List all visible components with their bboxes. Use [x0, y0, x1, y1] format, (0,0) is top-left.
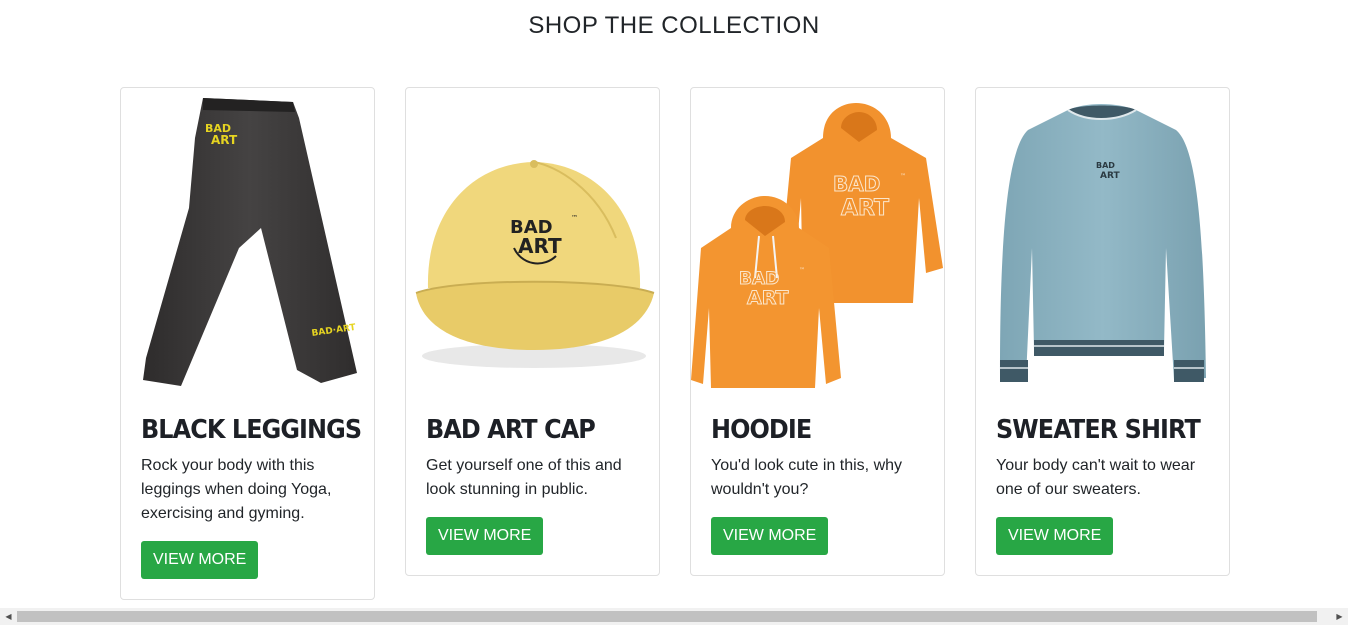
- svg-text:BAD: BAD: [739, 269, 779, 289]
- svg-text:™: ™: [571, 214, 578, 222]
- product-card-sweater: BAD ART SWEATER SHIRT Your body can't wa…: [975, 87, 1230, 576]
- svg-text:ART: ART: [211, 133, 238, 147]
- scrollbar-thumb[interactable]: [17, 611, 1317, 622]
- product-description: You'd look cute in this, why wouldn't yo…: [711, 457, 903, 498]
- product-image-sweater[interactable]: BAD ART: [976, 88, 1229, 393]
- product-title: HOODIE: [711, 415, 812, 445]
- view-more-button[interactable]: VIEW MORE: [996, 517, 1114, 555]
- product-card-cap: BAD ART ™ BAD ART CAP Get yourself one o…: [405, 87, 660, 576]
- svg-text:ART: ART: [841, 196, 889, 221]
- view-more-button[interactable]: VIEW MORE: [426, 517, 544, 555]
- scroll-left-arrow-icon[interactable]: ◀: [0, 608, 17, 625]
- product-description: Your body can't wait to wear one of our …: [996, 457, 1196, 498]
- product-card-hoodie: BAD ART ™ BAD ART ™ HOODIE You'd look cu…: [690, 87, 945, 576]
- svg-text:ART: ART: [747, 287, 788, 309]
- svg-text:ART: ART: [1100, 171, 1120, 181]
- svg-text:™: ™: [799, 267, 805, 274]
- product-description: Rock your body with this leggings when d…: [141, 457, 332, 522]
- horizontal-scrollbar[interactable]: ◀ ▶: [0, 608, 1348, 625]
- section-title: SHOP THE COLLECTION: [528, 12, 820, 39]
- scroll-right-arrow-icon[interactable]: ▶: [1331, 608, 1348, 625]
- product-image-cap[interactable]: BAD ART ™: [406, 88, 659, 393]
- view-more-button[interactable]: VIEW MORE: [711, 517, 829, 555]
- product-image-hoodie[interactable]: BAD ART ™ BAD ART ™: [691, 88, 944, 393]
- view-more-button[interactable]: VIEW MORE: [141, 541, 259, 579]
- product-title: BAD ART CAP: [426, 415, 596, 445]
- svg-text:BAD: BAD: [833, 172, 880, 196]
- product-title: SWEATER SHIRT: [996, 415, 1201, 445]
- svg-text:BAD: BAD: [1096, 161, 1115, 170]
- product-image-leggings[interactable]: BAD ART BAD·ART: [121, 88, 374, 393]
- svg-text:ART: ART: [518, 234, 562, 258]
- product-card-leggings: BAD ART BAD·ART BLACK LEGGINGS Rock your…: [120, 87, 375, 600]
- svg-text:™: ™: [900, 173, 906, 180]
- product-description: Get yourself one of this and look stunni…: [426, 457, 622, 498]
- product-title: BLACK LEGGINGS: [141, 415, 362, 445]
